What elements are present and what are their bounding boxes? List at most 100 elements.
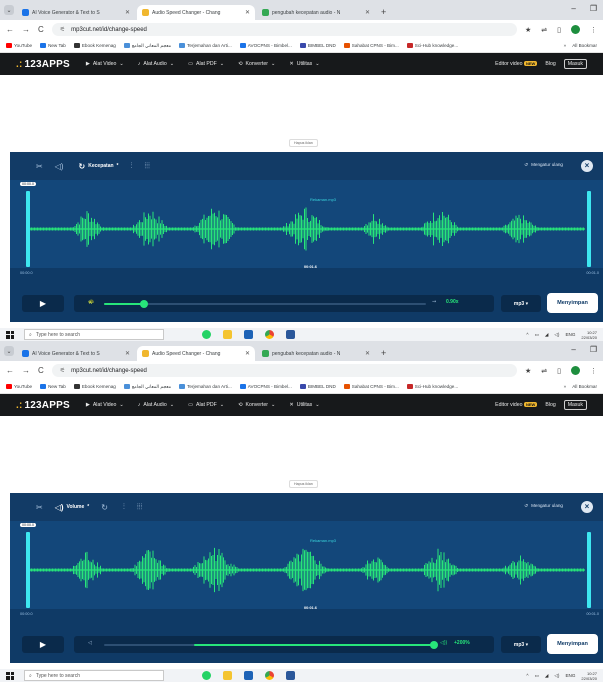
site-info-icon[interactable]: ⚟ bbox=[60, 367, 65, 374]
blog-link[interactable]: Blog bbox=[545, 402, 555, 408]
url-field[interactable]: ⚟ mp3cut.net/id/change-speed bbox=[51, 364, 517, 377]
nav-alat-video[interactable]: ▶ Alat Video ⌄ bbox=[86, 402, 124, 408]
format-select[interactable]: mp3 ▾ bbox=[501, 295, 541, 312]
bookmark-item[interactable]: Terjemahan dan Arti... bbox=[179, 384, 232, 390]
bookmark-item[interactable]: Ebook Kemenag bbox=[73, 43, 116, 49]
profile-avatar-icon[interactable] bbox=[571, 366, 580, 375]
nav-alat-pdf[interactable]: ▭ Alat PDF ⌄ bbox=[188, 61, 224, 67]
browser-tab-active[interactable]: Audio Speed Changer - Chang ✕ bbox=[137, 346, 255, 361]
tab-search-icon[interactable]: ⌄ bbox=[4, 5, 14, 15]
bookmark-item[interactable]: معجم المعاني الجامع bbox=[123, 43, 171, 49]
bars-tool[interactable]: ⦙⦙⦙ bbox=[144, 161, 149, 171]
login-button[interactable]: Masuk bbox=[563, 400, 587, 410]
network-icon[interactable]: ▭ bbox=[534, 673, 538, 679]
bars-tool[interactable]: ⦙⦙⦙ bbox=[137, 502, 142, 512]
wifi-icon[interactable]: ◢ bbox=[545, 332, 549, 338]
whatsapp-icon[interactable] bbox=[202, 671, 211, 680]
tab-search-icon[interactable]: ⌄ bbox=[4, 346, 14, 356]
wifi-icon[interactable]: ◢ bbox=[545, 673, 549, 679]
minimize-icon[interactable]: – bbox=[571, 345, 575, 354]
url-field[interactable]: ⚟ mp3cut.net/id/change-speed bbox=[51, 23, 517, 36]
store-icon[interactable] bbox=[244, 330, 253, 339]
windows-start-icon[interactable] bbox=[6, 671, 14, 680]
back-icon[interactable]: ← bbox=[6, 366, 14, 375]
bookmark-item[interactable]: YouTube bbox=[6, 43, 32, 49]
chrome-icon[interactable] bbox=[265, 671, 274, 680]
tab-close-icon[interactable]: ✕ bbox=[125, 350, 130, 357]
speaker-icon[interactable]: ◁) bbox=[554, 332, 559, 338]
bookmark-item[interactable]: AVOCPNS - Bimbel... bbox=[239, 384, 292, 390]
save-button[interactable]: Menyimpan bbox=[547, 293, 598, 313]
reload-icon[interactable]: C bbox=[38, 366, 44, 375]
close-editor-button[interactable]: × bbox=[581, 501, 593, 513]
editor-video-link[interactable]: Editor video NEW bbox=[495, 61, 538, 67]
slider-knob[interactable] bbox=[140, 300, 148, 308]
save-button[interactable]: Menyimpan bbox=[547, 634, 598, 654]
nav-konverter[interactable]: ⟲ Konverter ⌄ bbox=[238, 402, 275, 408]
forward-icon[interactable]: → bbox=[22, 25, 30, 34]
maximize-icon[interactable]: ❐ bbox=[590, 4, 597, 13]
bookmark-item[interactable]: معجم المعاني الجامع bbox=[123, 384, 171, 390]
volume-tool[interactable]: ◁) Volume * bbox=[55, 503, 89, 512]
profile-avatar-icon[interactable] bbox=[571, 25, 580, 34]
sidepanel-icon[interactable]: ▯ bbox=[557, 367, 561, 375]
maximize-icon[interactable]: ❐ bbox=[590, 345, 597, 354]
star-icon[interactable]: ★ bbox=[525, 367, 531, 375]
browser-tab-active[interactable]: Audio Speed Changer - Chang ✕ bbox=[137, 5, 255, 20]
trim-handle-right[interactable] bbox=[587, 532, 591, 608]
clock[interactable]: 10:27 22/03/20 bbox=[581, 671, 597, 681]
equalizer-tool[interactable]: ⫶ bbox=[123, 502, 125, 512]
bookmark-item[interactable]: BIMBEL DND bbox=[299, 384, 336, 390]
bookmark-item[interactable]: BIMBEL DND bbox=[299, 43, 336, 49]
nav-konverter[interactable]: ⟲ Konverter ⌄ bbox=[238, 61, 275, 67]
editor-video-link[interactable]: Editor video NEW bbox=[495, 402, 538, 408]
nav-utilitas[interactable]: ✕ Utilitas ⌄ bbox=[289, 61, 319, 67]
slider-track[interactable] bbox=[104, 303, 426, 305]
nav-alat-video[interactable]: ▶ Alat Video ⌄ bbox=[86, 61, 124, 67]
close-editor-button[interactable]: × bbox=[581, 160, 593, 172]
new-tab-icon[interactable]: + bbox=[381, 348, 386, 358]
play-button[interactable]: ▶ bbox=[22, 295, 64, 312]
bookmark-item[interactable]: YouTube bbox=[6, 384, 32, 390]
all-bookmarks[interactable]: All Bookmar bbox=[572, 43, 597, 48]
windows-start-icon[interactable] bbox=[6, 330, 14, 339]
clock[interactable]: 10:27 22/03/20 bbox=[581, 330, 597, 340]
speaker-icon[interactable]: ◁) bbox=[554, 673, 559, 679]
browser-tab[interactable]: pengubah kecepatan audio - N ✕ bbox=[257, 5, 375, 20]
login-button[interactable]: Masuk bbox=[563, 59, 587, 69]
browser-tab[interactable]: AI Voice Generator & Text to S ✕ bbox=[17, 346, 135, 361]
file-explorer-icon[interactable] bbox=[223, 330, 232, 339]
store-icon[interactable] bbox=[244, 671, 253, 680]
browser-tab[interactable]: AI Voice Generator & Text to S ✕ bbox=[17, 5, 135, 20]
nav-alat-pdf[interactable]: ▭ Alat PDF ⌄ bbox=[188, 402, 224, 408]
bookmark-item[interactable]: New Tab bbox=[40, 43, 66, 49]
speed-tool[interactable]: ↻ bbox=[101, 503, 111, 512]
nav-utilitas[interactable]: ✕ Utilitas ⌄ bbox=[289, 402, 319, 408]
tray-chevron-icon[interactable]: ^ bbox=[526, 673, 528, 678]
tray-chevron-icon[interactable]: ^ bbox=[526, 332, 528, 337]
bookmark-item[interactable]: AVOCPNS - Bimbel... bbox=[239, 43, 292, 49]
tab-close-icon[interactable]: ✕ bbox=[245, 350, 250, 357]
bookmark-item[interactable]: Terjemahan dan Arti... bbox=[179, 43, 232, 49]
language-indicator[interactable]: ENG bbox=[565, 673, 575, 678]
more-bookmarks-icon[interactable]: » bbox=[564, 384, 567, 389]
star-icon[interactable]: ★ bbox=[525, 26, 531, 34]
bookmark-item[interactable]: New Tab bbox=[40, 384, 66, 390]
sidepanel-icon[interactable]: ▯ bbox=[557, 26, 561, 34]
bookmark-item[interactable]: Sahabat CPNS - Bim... bbox=[343, 384, 399, 390]
extensions-icon[interactable]: ⇌ bbox=[541, 367, 547, 375]
site-info-icon[interactable]: ⚟ bbox=[60, 26, 65, 33]
bookmark-item[interactable]: Sci-Hub knowledge... bbox=[406, 384, 458, 390]
reload-icon[interactable]: C bbox=[38, 25, 44, 34]
blog-link[interactable]: Blog bbox=[545, 61, 555, 67]
word-icon[interactable] bbox=[286, 330, 295, 339]
remove-ads-button[interactable]: Hapus iklan bbox=[289, 139, 318, 147]
network-icon[interactable]: ▭ bbox=[534, 332, 538, 338]
remove-ads-button[interactable]: Hapus iklan bbox=[289, 480, 318, 488]
cut-tool[interactable]: ✂ bbox=[36, 503, 43, 512]
back-icon[interactable]: ← bbox=[6, 25, 14, 34]
all-bookmarks[interactable]: All Bookmar bbox=[572, 384, 597, 389]
slider-knob[interactable] bbox=[430, 641, 438, 649]
volume-tool[interactable]: ◁) bbox=[55, 162, 67, 171]
nav-alat-audio[interactable]: ♪ Alat Audio ⌄ bbox=[138, 61, 174, 67]
